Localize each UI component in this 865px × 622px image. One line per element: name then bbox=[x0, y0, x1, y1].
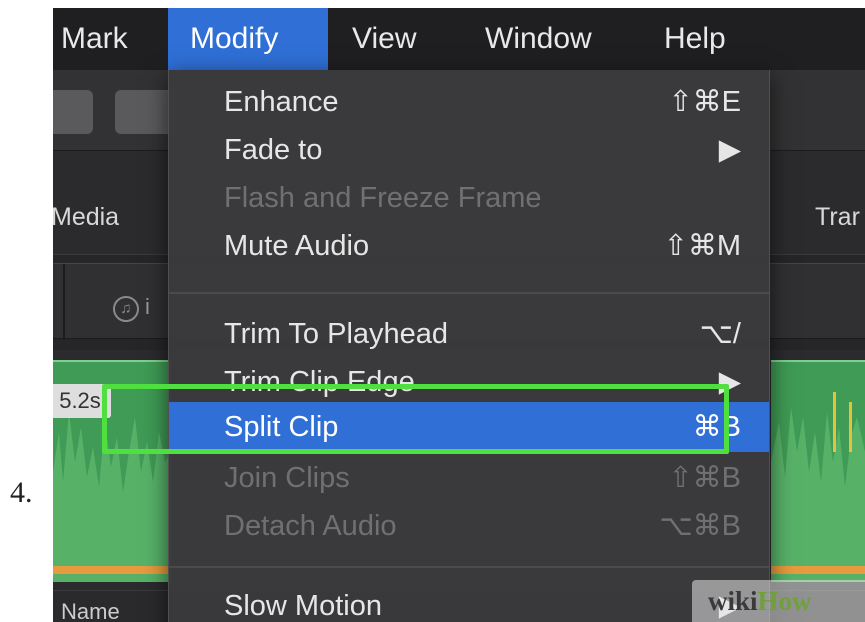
menu-mark[interactable]: Mark bbox=[53, 8, 144, 70]
toolbar-button-back[interactable] bbox=[53, 90, 93, 134]
menu-help[interactable]: Help bbox=[648, 8, 742, 70]
tab-transitions[interactable]: Trar bbox=[815, 203, 860, 232]
menu-view[interactable]: View bbox=[336, 8, 432, 70]
menu-separator bbox=[169, 566, 769, 568]
submenu-arrow-icon: ▶ bbox=[718, 134, 741, 166]
menu-item-join-clips: Join Clips ⇧⌘B bbox=[224, 462, 741, 494]
menu-separator bbox=[169, 292, 769, 294]
menu-window[interactable]: Window bbox=[469, 8, 608, 70]
clip-edge bbox=[771, 566, 865, 574]
timeline-clip-right[interactable] bbox=[771, 360, 865, 582]
wikihow-watermark: wikiHow bbox=[692, 580, 865, 622]
menu-item-trim-to-playhead[interactable]: Trim To Playhead ⌥/ bbox=[169, 310, 769, 358]
menu-item-slow-motion[interactable]: Slow Motion ▶ bbox=[169, 582, 769, 622]
menu-item-fade-to[interactable]: Fade to ▶ bbox=[169, 126, 769, 174]
modify-dropdown-menu: Enhance ⇧⌘E Fade to ▶ Flash and Freeze F… bbox=[168, 70, 770, 622]
music-note-icon[interactable]: ♫ bbox=[113, 296, 139, 322]
step-number: 4. bbox=[10, 476, 33, 509]
menu-item-enhance[interactable]: Enhance ⇧⌘E bbox=[169, 78, 769, 126]
menu-item-mute-audio[interactable]: Mute Audio ⇧⌘M bbox=[169, 222, 769, 270]
clip-edge bbox=[53, 566, 171, 574]
name-column-label: Name bbox=[61, 599, 120, 622]
menu-item-flash-and-freeze-frame: Flash and Freeze Frame bbox=[224, 182, 542, 214]
menu-item-detach-audio: Detach Audio ⌥⌘B bbox=[224, 510, 741, 542]
toolbar-button-forward[interactable] bbox=[115, 90, 175, 134]
tab-media[interactable]: Media bbox=[53, 203, 119, 232]
menu-bar: Mark Modify View Window Help bbox=[53, 8, 865, 70]
app-screenshot: Mark Modify View Window Help Media Trar … bbox=[53, 8, 865, 622]
menu-modify[interactable]: Modify bbox=[168, 8, 328, 70]
split-clip-callout bbox=[102, 384, 729, 454]
audio-item-label: i bbox=[145, 294, 150, 319]
audio-waveform bbox=[771, 392, 865, 582]
